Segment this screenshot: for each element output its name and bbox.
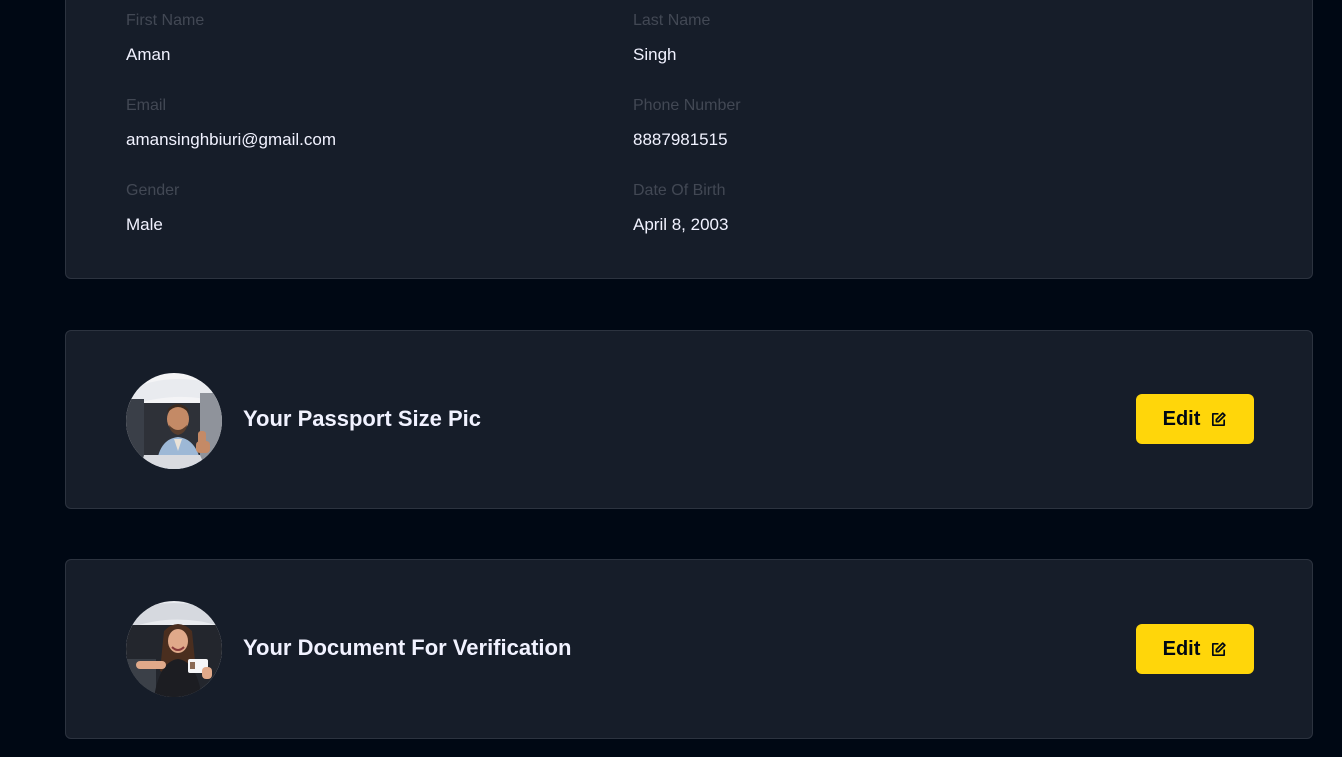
gender-value: Male [126,215,163,234]
phone-number-field: Phone Number 8887981515 [633,96,741,151]
date-of-birth-field: Date Of Birth April 8, 2003 [633,181,728,236]
verification-document-avatar [126,601,222,697]
last-name-field: Last Name Singh [633,11,710,66]
personal-details-card: First Name Aman Last Name Singh Email am… [65,0,1313,279]
verification-document-card: Your Document For Verification Edit [65,559,1313,739]
email-field: Email amansinghbiuri@gmail.com [126,96,336,151]
gender-field: Gender Male [126,181,179,236]
passport-photo-title: Your Passport Size Pic [243,406,482,431]
profile-page: First Name Aman Last Name Singh Email am… [0,0,1342,757]
phone-number-value: 8887981515 [633,130,728,149]
email-value: amansinghbiuri@gmail.com [126,130,337,149]
man-in-car-image [126,373,222,469]
edit-icon [1210,411,1227,428]
date-of-birth-value: April 8, 2003 [633,215,729,234]
edit-button-label: Edit [1162,637,1201,660]
gender-label: Gender [126,182,180,199]
verification-document-title: Your Document For Verification [243,635,572,660]
edit-button-label: Edit [1162,407,1201,430]
edit-icon [1210,641,1227,658]
email-label: Email [126,97,167,114]
woman-in-car-image [126,601,222,697]
first-name-value: Aman [126,45,171,64]
passport-photo-card: Your Passport Size Pic Edit [65,330,1313,509]
passport-photo-avatar [126,373,222,469]
first-name-field: First Name Aman [126,11,204,66]
edit-passport-photo-button[interactable]: Edit [1136,394,1254,444]
date-of-birth-label: Date Of Birth [633,182,726,199]
phone-number-label: Phone Number [633,97,741,114]
last-name-label: Last Name [633,12,711,29]
last-name-value: Singh [633,45,677,64]
first-name-label: First Name [126,12,205,29]
edit-verification-document-button[interactable]: Edit [1136,624,1254,674]
